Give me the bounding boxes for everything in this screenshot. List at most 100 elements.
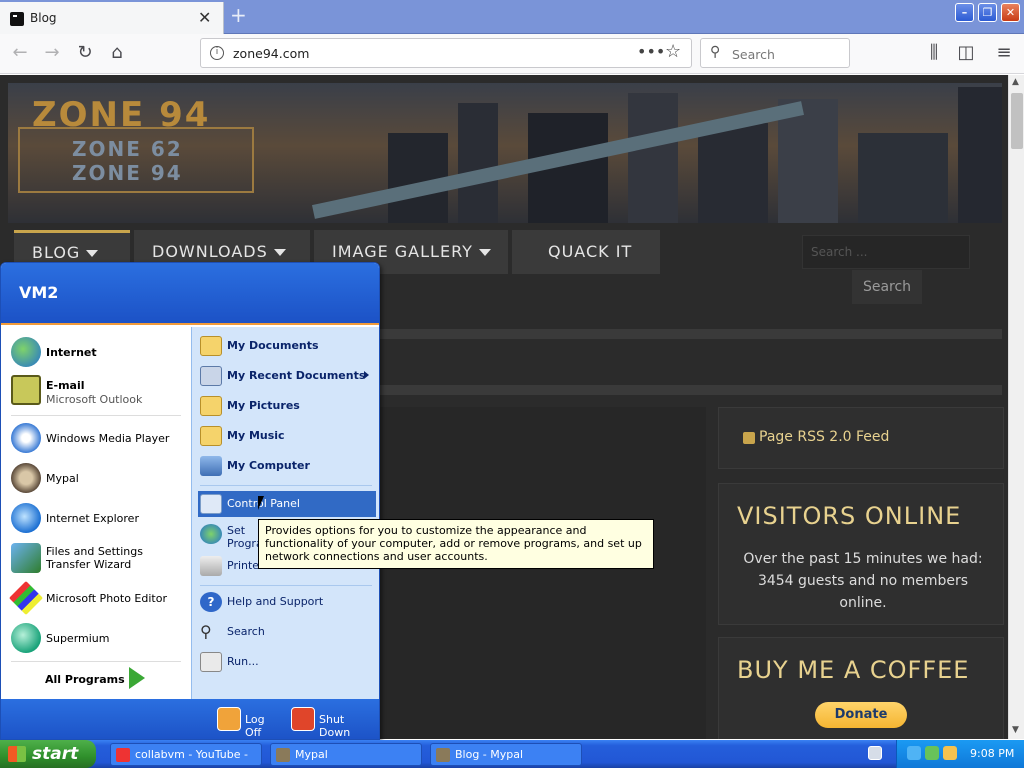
close-window-button[interactable]: ✕ — [1001, 3, 1020, 22]
program-label: E-mail — [46, 379, 85, 392]
place-label: My Computer — [227, 459, 310, 472]
place-help-support[interactable]: ? Help and Support — [198, 589, 376, 615]
back-icon[interactable]: ← — [8, 42, 32, 66]
close-tab-icon[interactable]: ✕ — [198, 8, 211, 27]
photo-editor-icon — [9, 581, 43, 615]
place-my-recent-documents[interactable]: My Recent Documents — [198, 363, 376, 389]
key-icon — [217, 707, 241, 731]
program-files-settings-transfer[interactable]: Files and Settings Transfer Wizard — [9, 541, 189, 577]
menu-item-quack-it[interactable]: QUACK IT — [512, 230, 660, 274]
site-search-input[interactable]: Search ... — [802, 235, 970, 269]
visitors-widget: VISITORS ONLINE Over the past 15 minutes… — [718, 483, 1004, 625]
place-label: Search — [227, 625, 265, 638]
url-bar[interactable]: i zone94.com ••• ☆ — [200, 38, 692, 68]
site-logo-subtitle-1: ZONE 62 — [72, 137, 183, 161]
rss-widget: Page RSS 2.0 Feed — [718, 407, 1004, 469]
program-label: Windows Media Player — [46, 432, 170, 445]
bookmark-star-icon[interactable]: ☆ — [665, 41, 681, 62]
place-label: Help and Support — [227, 595, 324, 608]
site-logo-title: ZONE 94 — [32, 95, 211, 135]
program-sublabel: Microsoft Outlook — [46, 393, 143, 406]
maximize-window-button[interactable]: ❐ — [978, 3, 997, 22]
menu-item-quack-it-label: QUACK IT — [548, 242, 633, 261]
coffee-widget: BUY ME A COFFEE Donate — [718, 637, 1004, 739]
sidebar-icon[interactable]: ◫ — [954, 42, 978, 66]
place-my-pictures[interactable]: My Pictures — [198, 393, 376, 419]
browser-toolbar: ← → ↻ ⌂ i zone94.com ••• ☆ ⚲ Search ⫼ ◫ … — [0, 34, 1024, 74]
visitors-title: VISITORS ONLINE — [737, 502, 962, 530]
home-icon[interactable]: ⌂ — [105, 42, 129, 66]
program-email[interactable]: E-mail Microsoft Outlook — [9, 373, 189, 407]
security-icon[interactable] — [925, 746, 939, 760]
shut-down-button[interactable]: Shut Down — [291, 707, 375, 739]
supermium-icon — [11, 623, 41, 653]
menu-icon[interactable]: ≡ — [992, 42, 1016, 66]
program-label: Microsoft Photo Editor — [46, 592, 167, 605]
donate-button[interactable]: Donate — [815, 702, 907, 728]
youtube-icon — [116, 748, 130, 762]
page-actions-icon[interactable]: ••• — [637, 42, 665, 61]
program-photo-editor[interactable]: Microsoft Photo Editor — [9, 581, 189, 615]
user-name: VM2 — [19, 283, 59, 302]
divider — [380, 385, 1002, 395]
program-windows-media-player[interactable]: Windows Media Player — [9, 421, 189, 455]
recent-documents-icon — [200, 366, 222, 386]
program-label: Mypal — [46, 472, 79, 485]
new-tab-icon[interactable]: + — [230, 3, 247, 27]
task-label: collabvm - YouTube - ... — [135, 748, 248, 761]
task-blog-mypal[interactable]: Blog - Mypal — [430, 743, 582, 766]
minimize-window-button[interactable]: – — [955, 3, 974, 22]
raccoon-icon — [11, 463, 41, 493]
transfer-wizard-icon — [11, 543, 41, 573]
network-icon[interactable] — [907, 746, 921, 760]
start-button[interactable]: start — [0, 740, 96, 768]
volume-icon[interactable] — [943, 746, 957, 760]
chevron-down-icon — [86, 250, 99, 257]
place-label: My Documents — [227, 339, 319, 352]
internet-explorer-icon — [11, 503, 41, 533]
pictures-folder-icon — [200, 396, 222, 416]
browser-search-input[interactable]: ⚲ Search — [700, 38, 850, 68]
divider — [380, 329, 1002, 339]
site-logo-subtitle-2: ZONE 94 — [72, 161, 183, 185]
scroll-down-icon[interactable]: ▼ — [1012, 725, 1019, 735]
forward-icon[interactable]: → — [40, 42, 64, 66]
program-mypal[interactable]: Mypal — [9, 461, 189, 495]
run-icon — [200, 652, 222, 672]
keyboard-icon[interactable] — [868, 746, 882, 760]
place-my-computer[interactable]: My Computer — [198, 453, 376, 479]
place-search[interactable]: ⚲ Search — [198, 619, 376, 645]
site-search-button[interactable]: Search — [852, 270, 922, 304]
menu-item-blog-label: BLOG — [32, 243, 81, 262]
rss-feed-link[interactable]: Page RSS 2.0 Feed — [759, 429, 889, 445]
log-off-button[interactable]: Log Off — [217, 707, 283, 739]
scrollbar-thumb[interactable] — [1011, 93, 1023, 149]
url-text[interactable]: zone94.com — [233, 46, 309, 61]
program-internet-explorer[interactable]: Internet Explorer — [9, 501, 189, 535]
task-mypal[interactable]: Mypal — [270, 743, 422, 766]
arrow-right-icon[interactable] — [129, 667, 145, 689]
start-menu-footer: Log Off Shut Down — [1, 699, 379, 739]
place-label: My Music — [227, 429, 285, 442]
place-run[interactable]: Run... — [198, 649, 376, 675]
site-info-icon[interactable]: i — [210, 46, 224, 60]
program-internet[interactable]: Internet — [9, 335, 189, 369]
program-label: Internet — [46, 346, 97, 359]
library-icon[interactable]: ⫼ — [922, 42, 946, 66]
help-icon: ? — [200, 592, 222, 612]
chevron-right-icon — [364, 371, 369, 379]
control-panel-tooltip: Provides options for you to customize th… — [258, 519, 654, 569]
program-supermium[interactable]: Supermium — [9, 621, 189, 655]
place-my-music[interactable]: My Music — [198, 423, 376, 449]
place-control-panel[interactable]: Control Panel — [198, 491, 376, 517]
all-programs-button[interactable]: All Programs — [45, 673, 125, 686]
task-youtube[interactable]: collabvm - YouTube - ... — [110, 743, 262, 766]
page-scrollbar[interactable]: ▲ ▼ — [1008, 75, 1024, 739]
place-my-documents[interactable]: My Documents — [198, 333, 376, 359]
browser-tab[interactable]: Blog ✕ — [0, 2, 224, 34]
browser-tab-strip: Blog ✕ + – ❐ ✕ — [0, 0, 1024, 34]
desktop-screen: Blog ✕ + – ❐ ✕ ← → ↻ ⌂ i zone94.com ••• … — [0, 0, 1024, 768]
tab-title: Blog — [30, 11, 57, 25]
reload-icon[interactable]: ↻ — [73, 42, 97, 66]
scroll-up-icon[interactable]: ▲ — [1012, 77, 1019, 87]
